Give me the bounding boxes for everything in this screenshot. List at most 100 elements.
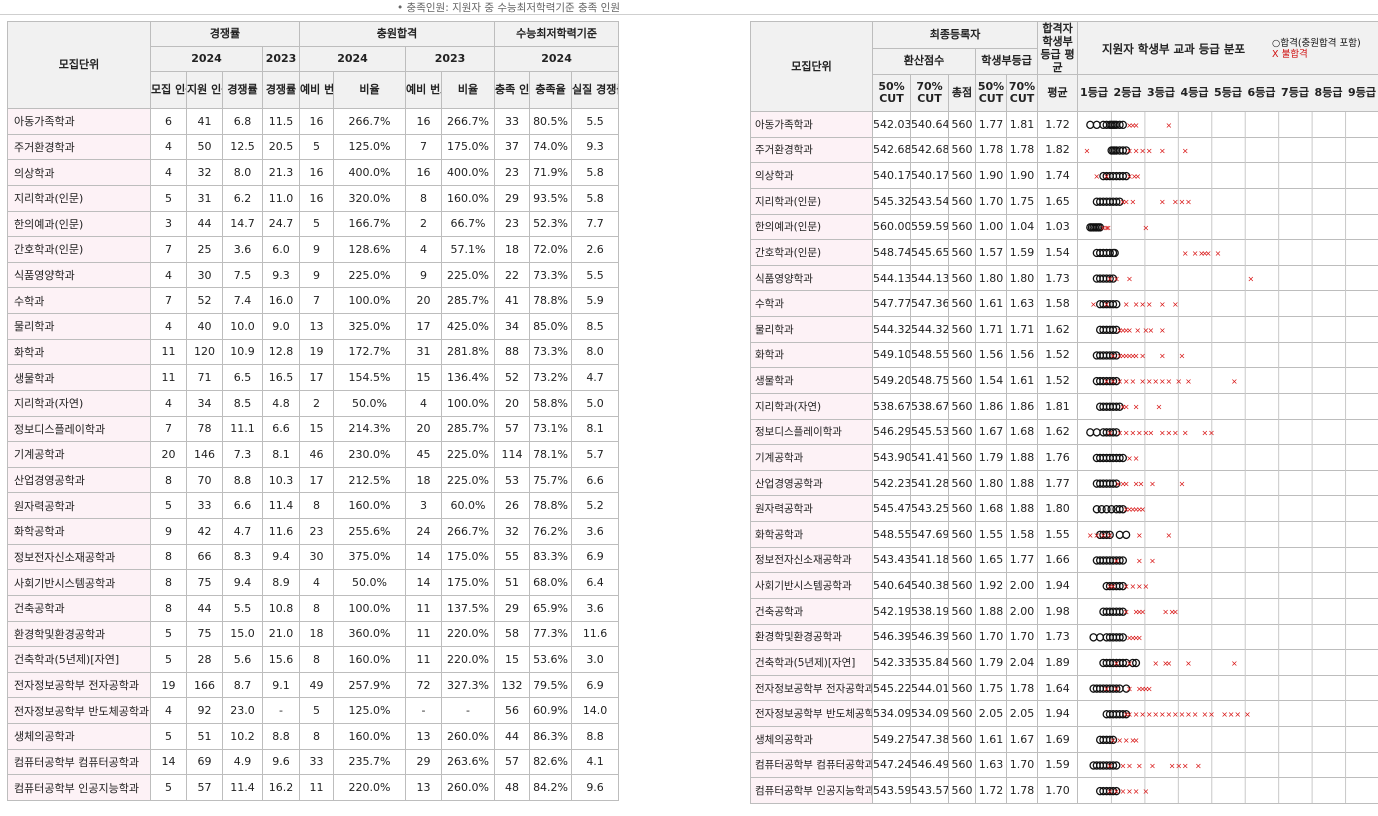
value-cell: 2 — [405, 210, 442, 238]
value-cell: 1.77 — [975, 111, 1007, 138]
value-cell: 285.7% — [440, 287, 496, 314]
value-cell: 18 — [299, 620, 334, 648]
value-cell: 9.4 — [262, 543, 300, 571]
table-row: 건축학과(5년제)[자연] 542.33 535.84 560 1.79 2.04 1.89 — [750, 649, 1378, 676]
value-cell: 25 — [186, 236, 223, 263]
unit-name-cell: 정보디스플레이학과 — [750, 418, 873, 446]
value-cell: 560 — [948, 700, 976, 727]
value-cell: 547.77 — [872, 290, 911, 317]
value-cell: 100.0% — [333, 287, 406, 314]
value-cell: 541.18 — [910, 546, 949, 574]
value-cell: 266.7% — [440, 518, 496, 545]
header-realratio: 실질 경쟁률 — [571, 71, 620, 109]
unit-name-cell: 전자정보공학부 전자공학과 — [7, 671, 151, 699]
value-cell: 375.0% — [333, 543, 406, 571]
header-2024: 2024 — [150, 46, 263, 72]
distribution-cell — [1077, 239, 1378, 266]
value-cell: 1.75 — [1005, 187, 1039, 215]
top-divider — [0, 14, 1378, 15]
value-cell: 1.74 — [1037, 162, 1079, 189]
value-cell: 1.56 — [1005, 341, 1039, 369]
value-cell: 11.5 — [262, 108, 300, 135]
header-minstd: 수능최저학력기준 — [494, 21, 620, 47]
value-cell: 214.3% — [333, 415, 406, 443]
unit-name-cell: 컴퓨터공학부 컴퓨터공학과 — [7, 748, 151, 776]
value-cell: 9.0 — [262, 313, 300, 340]
value-cell: 560 — [948, 264, 976, 292]
value-cell: 48 — [494, 774, 531, 801]
distribution-cell — [1077, 649, 1378, 676]
value-cell: 1.70 — [1037, 777, 1079, 804]
table-row: 한의예과(인문) 3 44 14.7 24.7 5 166.7% 2 66.7% 23 52.3% 7… — [7, 210, 620, 238]
table-row: 컴퓨터공학부 컴퓨터공학과 547.24 546.49 560 1.63 1.70 1.59 — [750, 751, 1378, 779]
value-cell: 84.2% — [529, 774, 573, 801]
value-cell: 10.2 — [222, 723, 263, 750]
value-cell: 17 — [299, 466, 334, 494]
value-cell: 1.86 — [975, 392, 1007, 420]
table-row: 컴퓨터공학부 인공지능학과 543.59 543.57 560 1.72 1.78 1.70 — [750, 777, 1378, 804]
distribution-cell — [1077, 290, 1378, 317]
value-cell: 6.9 — [571, 543, 620, 571]
value-cell: 57 — [494, 748, 531, 776]
value-cell: 11.0 — [262, 184, 300, 212]
value-cell: 33 — [299, 748, 334, 776]
value-cell: 560 — [948, 495, 976, 522]
value-cell: 547.36 — [910, 290, 949, 317]
value-cell: 7.7 — [571, 210, 620, 238]
value-cell: 78.8% — [529, 287, 573, 314]
value-cell: 1.94 — [1037, 572, 1079, 599]
value-cell: 541.28 — [910, 469, 949, 497]
value-cell: 5.0 — [571, 389, 620, 417]
value-cell: 68.0% — [529, 569, 573, 596]
value-cell: 75.7% — [529, 466, 573, 494]
unit-name-cell: 화학과 — [750, 341, 873, 369]
value-cell: 53.6% — [529, 646, 573, 673]
value-cell: 8.0 — [222, 159, 263, 186]
value-cell: 160.0% — [333, 646, 406, 673]
value-cell: 546.49 — [910, 751, 949, 779]
value-cell: 41 — [186, 108, 223, 135]
value-cell: 400.0% — [333, 159, 406, 186]
distribution-cell — [1077, 777, 1378, 804]
value-cell: 29 — [494, 184, 531, 212]
unit-name-cell: 생체의공학과 — [7, 723, 151, 750]
value-cell: 547.24 — [872, 751, 911, 779]
value-cell: 1.61 — [975, 726, 1007, 753]
value-cell: 1.63 — [975, 751, 1007, 779]
header-record: 학생부등급 — [974, 47, 1039, 75]
value-cell: 175.0% — [440, 133, 496, 161]
value-cell: 560 — [948, 444, 976, 471]
value-cell: 543.57 — [910, 777, 949, 804]
value-cell: 1.72 — [1037, 111, 1079, 138]
value-cell: 14 — [405, 543, 442, 571]
value-cell: 542.68 — [910, 136, 949, 164]
table-row: 환경학및환경공학과 5 75 15.0 21.0 18 360.0% 11 220.0% 58 77… — [7, 620, 620, 648]
value-cell: 534.09 — [910, 700, 949, 727]
table-row: 지리학과(인문) 5 31 6.2 11.0 16 320.0% 8 160.0% 29 93.5%… — [7, 184, 620, 212]
unit-name-cell: 기계공학과 — [750, 444, 873, 471]
table-row: 건축학과(5년제)[자연] 5 28 5.6 15.6 8 160.0% 11 220.0% 15… — [7, 646, 620, 673]
value-cell: 3.6 — [222, 236, 263, 263]
header-2024c: 2024 — [494, 46, 620, 72]
value-cell: 14.7 — [222, 210, 263, 238]
value-cell: 5.8 — [571, 184, 620, 212]
value-cell: 1.70 — [1005, 623, 1039, 651]
value-cell: 11.4 — [262, 492, 300, 519]
value-cell: 20 — [494, 389, 531, 417]
value-cell: 325.0% — [333, 313, 406, 340]
distribution-cell — [1077, 469, 1378, 497]
value-cell: 13 — [405, 774, 442, 801]
value-cell: 1.82 — [1037, 136, 1079, 164]
value-cell: 1.52 — [1037, 341, 1079, 369]
value-cell: 560 — [948, 136, 976, 164]
value-cell: 560 — [948, 239, 976, 266]
value-cell: 15 — [405, 364, 442, 391]
unit-name-cell: 전자정보공학부 전자공학과 — [750, 674, 873, 702]
value-cell: 5.7 — [571, 441, 620, 468]
value-cell: 2.6 — [571, 236, 620, 263]
unit-name-cell: 화학공학과 — [750, 521, 873, 548]
value-cell: 5 — [299, 210, 334, 238]
unit-name-cell: 수학과 — [7, 287, 151, 314]
value-cell: 1.80 — [1037, 495, 1079, 522]
value-cell: 16 — [299, 108, 334, 135]
